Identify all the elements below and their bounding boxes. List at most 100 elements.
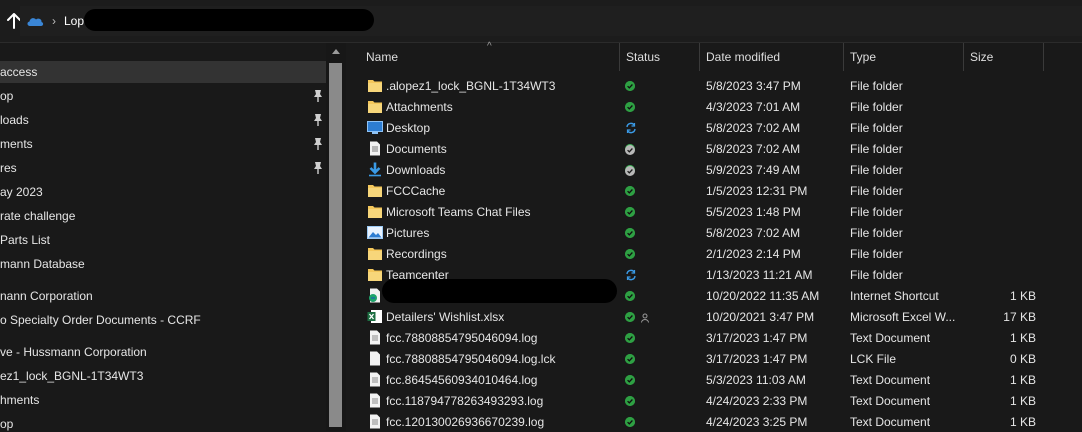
pin-icon[interactable] xyxy=(312,161,324,175)
column-header-type[interactable]: Type xyxy=(844,43,964,71)
file-size: 0 KB xyxy=(1009,351,1036,366)
file-name[interactable]: Desktop xyxy=(386,117,616,138)
file-name[interactable]: .alopez1_lock_BGNL-1T34WT3 xyxy=(386,75,616,96)
synced-check-icon xyxy=(625,227,635,238)
file-name[interactable]: fcc.86454560934010464.log xyxy=(386,369,616,390)
file-name[interactable]: Microsoft Teams Chat Files xyxy=(386,201,616,222)
file-name[interactable]: Downloads xyxy=(386,159,616,180)
nav-scrollbar[interactable] xyxy=(326,43,346,431)
file-row[interactable]: fcc.118794778263493293.log 4/24/2023 2:33… xyxy=(346,390,1082,411)
file-row[interactable]: Downloads 5/9/2023 7:49 AM File folder xyxy=(346,159,1082,180)
nav-item[interactable]: nann Corporation xyxy=(0,285,326,307)
file-name[interactable]: fcc.78808854795046094.log xyxy=(386,327,616,348)
file-row[interactable]: fcc.78808854795046094.log.lck 3/17/2023 1… xyxy=(346,348,1082,369)
downloads-icon xyxy=(367,162,383,177)
file-name[interactable]: Documents xyxy=(386,138,616,159)
nav-item[interactable]: op xyxy=(0,85,326,107)
file-type: File folder xyxy=(850,183,903,198)
pin-icon[interactable] xyxy=(312,137,324,151)
file-row[interactable]: Desktop 5/8/2023 7:02 AM File folder xyxy=(346,117,1082,138)
file-list-pane: Name ^ Status Date modified Type Size .a… xyxy=(346,41,1082,432)
nav-item[interactable]: access xyxy=(0,61,326,83)
file-name[interactable]: Attachments xyxy=(386,96,616,117)
blank-file-icon xyxy=(367,351,383,366)
column-header-row: Name ^ Status Date modified Type Size xyxy=(346,41,1082,71)
file-row[interactable]: fcc.78808854795046094.log 3/17/2023 1:47 … xyxy=(346,327,1082,348)
file-type: File folder xyxy=(850,78,903,93)
file-date-modified: 1/13/2023 11:21 AM xyxy=(706,267,813,282)
chevron-right-icon[interactable]: › xyxy=(52,14,56,28)
nav-item[interactable]: hments xyxy=(0,389,326,411)
column-header-name[interactable]: Name ^ xyxy=(346,41,620,71)
folder-icon xyxy=(367,78,383,93)
nav-item[interactable]: Parts List xyxy=(0,229,326,251)
file-name[interactable]: Recordings xyxy=(386,243,616,264)
nav-item[interactable]: rate challenge xyxy=(0,205,326,227)
file-row[interactable]: fcc.86454560934010464.log 5/3/2023 11:03 … xyxy=(346,369,1082,390)
file-date-modified: 2/1/2023 2:14 PM xyxy=(706,246,801,261)
file-status xyxy=(625,243,695,264)
file-size xyxy=(966,264,1036,285)
file-name[interactable]: fcc.78808854795046094.log.lck xyxy=(386,348,616,369)
nav-item[interactable]: mann Database xyxy=(0,253,326,275)
nav-item[interactable]: ments xyxy=(0,133,326,155)
file-name[interactable]: Pictures xyxy=(386,222,616,243)
nav-item[interactable]: op xyxy=(0,413,326,431)
nav-item[interactable]: o Specialty Order Documents - CCRF xyxy=(0,309,326,331)
file-size: 17 KB xyxy=(1003,309,1036,324)
nav-item[interactable]: loads xyxy=(0,109,326,131)
file-date-modified: 5/5/2023 1:48 PM xyxy=(706,204,801,219)
file-row[interactable]: Pictures 5/8/2023 7:02 AM File folder xyxy=(346,222,1082,243)
file-row[interactable]: fcc.120130026936670239.log 4/24/2023 3:25… xyxy=(346,411,1082,432)
text-file-icon xyxy=(367,372,383,387)
pin-icon[interactable] xyxy=(312,89,324,103)
column-header-size[interactable]: Size xyxy=(964,43,1044,71)
scroll-thumb[interactable] xyxy=(329,63,342,427)
scroll-up-icon[interactable] xyxy=(332,49,340,54)
file-date-modified: 4/3/2023 7:01 AM xyxy=(706,99,801,114)
documents-icon xyxy=(367,141,383,156)
file-row[interactable]: .alopez1_lock_BGNL-1T34WT3 5/8/2023 3:47 … xyxy=(346,75,1082,96)
file-row[interactable]: FCCCache 1/5/2023 12:31 PM File folder xyxy=(346,180,1082,201)
nav-item-label: o Specialty Order Documents - CCRF xyxy=(0,313,201,327)
file-status xyxy=(625,327,695,348)
column-header-size-label: Size xyxy=(970,50,994,64)
file-name[interactable]: FCCCache xyxy=(386,180,616,201)
synced-check-icon xyxy=(625,206,635,217)
nav-item-label: nann Corporation xyxy=(0,289,93,303)
available-offline-icon xyxy=(625,143,635,155)
file-name[interactable]: Detailers' Wishlist.xlsx xyxy=(386,306,616,327)
nav-item[interactable]: ez1_lock_BGNL-1T34WT3 xyxy=(0,365,326,387)
synced-check-icon xyxy=(625,101,635,112)
file-size xyxy=(966,159,1036,180)
file-row[interactable]: Detailers' Wishlist.xlsx 10/20/2021 3:47 … xyxy=(346,306,1082,327)
text-file-icon xyxy=(367,330,383,345)
nav-item[interactable]: res xyxy=(0,157,326,179)
file-type: Internet Shortcut xyxy=(850,288,939,303)
column-header-status[interactable]: Status xyxy=(620,43,700,71)
file-row[interactable]: Microsoft Teams Chat Files 5/5/2023 1:48 … xyxy=(346,201,1082,222)
nav-item-label: op xyxy=(0,89,14,103)
column-header-date[interactable]: Date modified xyxy=(700,43,844,71)
desktop-icon xyxy=(367,120,383,135)
nav-item[interactable]: ve - Hussmann Corporation xyxy=(0,341,326,363)
nav-item[interactable]: ay 2023 xyxy=(0,181,326,203)
nav-item-label: ez1_lock_BGNL-1T34WT3 xyxy=(0,369,144,383)
pin-icon[interactable] xyxy=(312,113,324,127)
excel-icon xyxy=(367,309,383,324)
file-date-modified: 5/8/2023 7:02 AM xyxy=(706,141,801,156)
file-status xyxy=(625,390,695,411)
file-status xyxy=(625,411,695,432)
file-date-modified: 10/20/2021 3:47 PM xyxy=(706,309,815,324)
file-row[interactable]: Recordings 2/1/2023 2:14 PM File folder xyxy=(346,243,1082,264)
file-row[interactable]: Attachments 4/3/2023 7:01 AM File folder xyxy=(346,96,1082,117)
file-name[interactable]: fcc.118794778263493293.log xyxy=(386,390,616,411)
file-size xyxy=(966,222,1036,243)
nav-item-label: rate challenge xyxy=(0,209,76,223)
folder-icon xyxy=(367,267,383,282)
column-header-type-label: Type xyxy=(850,50,877,64)
file-status xyxy=(625,138,695,159)
file-row[interactable]: Documents 5/8/2023 7:02 AM File folder xyxy=(346,138,1082,159)
file-status xyxy=(625,264,695,285)
file-name[interactable]: fcc.120130026936670239.log xyxy=(386,411,616,432)
